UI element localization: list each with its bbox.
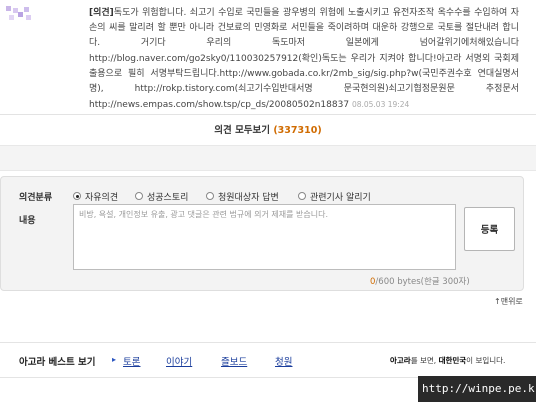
post-date: 08.05.03 19:24 bbox=[351, 100, 410, 110]
radio-free-opinion[interactable]: 자유의견 bbox=[73, 190, 118, 203]
best-link-debate[interactable]: 토론 bbox=[123, 354, 140, 368]
radio-icon bbox=[298, 192, 306, 200]
agora-best-title: 아고라 베스트 보기 bbox=[19, 357, 96, 368]
post-body: 독도가 위험합니다. 쇠고기 수입로 국민들을 광우병의 위험에 노출시키고 유… bbox=[89, 8, 519, 111]
view-all-label: 의견 모두보기 bbox=[214, 125, 271, 136]
submit-button[interactable]: 등록 bbox=[464, 207, 515, 251]
category-label: 의견분류 bbox=[19, 193, 53, 203]
watermark-text: http://winpe.pe.kr bbox=[422, 382, 536, 395]
agora-slogan: 아고라를 보면, 대한민국이 보입니다. bbox=[390, 356, 506, 365]
radio-icon bbox=[206, 192, 214, 200]
view-all-opinions-link[interactable]: 의견 모두보기 (337310) bbox=[0, 122, 536, 136]
best-link-story[interactable]: 이야기 bbox=[166, 354, 192, 368]
best-link-petition[interactable]: 청원 bbox=[275, 354, 292, 368]
section-band bbox=[0, 145, 536, 171]
radio-icon bbox=[135, 192, 143, 200]
byte-count-total: /600 bytes(한글 300자) bbox=[375, 277, 470, 287]
post-tag: [의견] bbox=[89, 8, 114, 18]
radio-related-article[interactable]: 관련기사 알리기 bbox=[298, 190, 371, 203]
divider bbox=[0, 114, 536, 115]
back-to-top-link[interactable]: ↑맨위로 bbox=[494, 296, 523, 307]
opinion-count: (337310) bbox=[273, 125, 322, 136]
bullet-icon: ▸ bbox=[112, 355, 117, 364]
comment-placeholder: 비방, 욕설, 개인정보 유출, 광고 댓글은 관련 법규에 의거 제재를 받습… bbox=[79, 210, 329, 219]
radio-success-story[interactable]: 성공스토리 bbox=[135, 190, 188, 203]
opinion-post: [의견]독도가 위험합니다. 쇠고기 수입로 국민들을 광우병의 위험에 노출시… bbox=[89, 6, 519, 113]
user-avatar-icon bbox=[6, 6, 32, 22]
watermark: http://winpe.pe.kr bbox=[418, 376, 536, 402]
byte-counter: 0/600 bytes(한글 300자) bbox=[370, 275, 470, 287]
comment-textarea[interactable]: 비방, 욕설, 개인정보 유출, 광고 댓글은 관련 법규에 의거 제재를 받습… bbox=[73, 204, 456, 270]
best-link-board[interactable]: 즐보드 bbox=[221, 354, 247, 368]
radio-selected-icon bbox=[73, 192, 81, 200]
content-label: 내용 bbox=[19, 216, 36, 226]
radio-petition-answer[interactable]: 청원대상자 답변 bbox=[206, 190, 279, 203]
